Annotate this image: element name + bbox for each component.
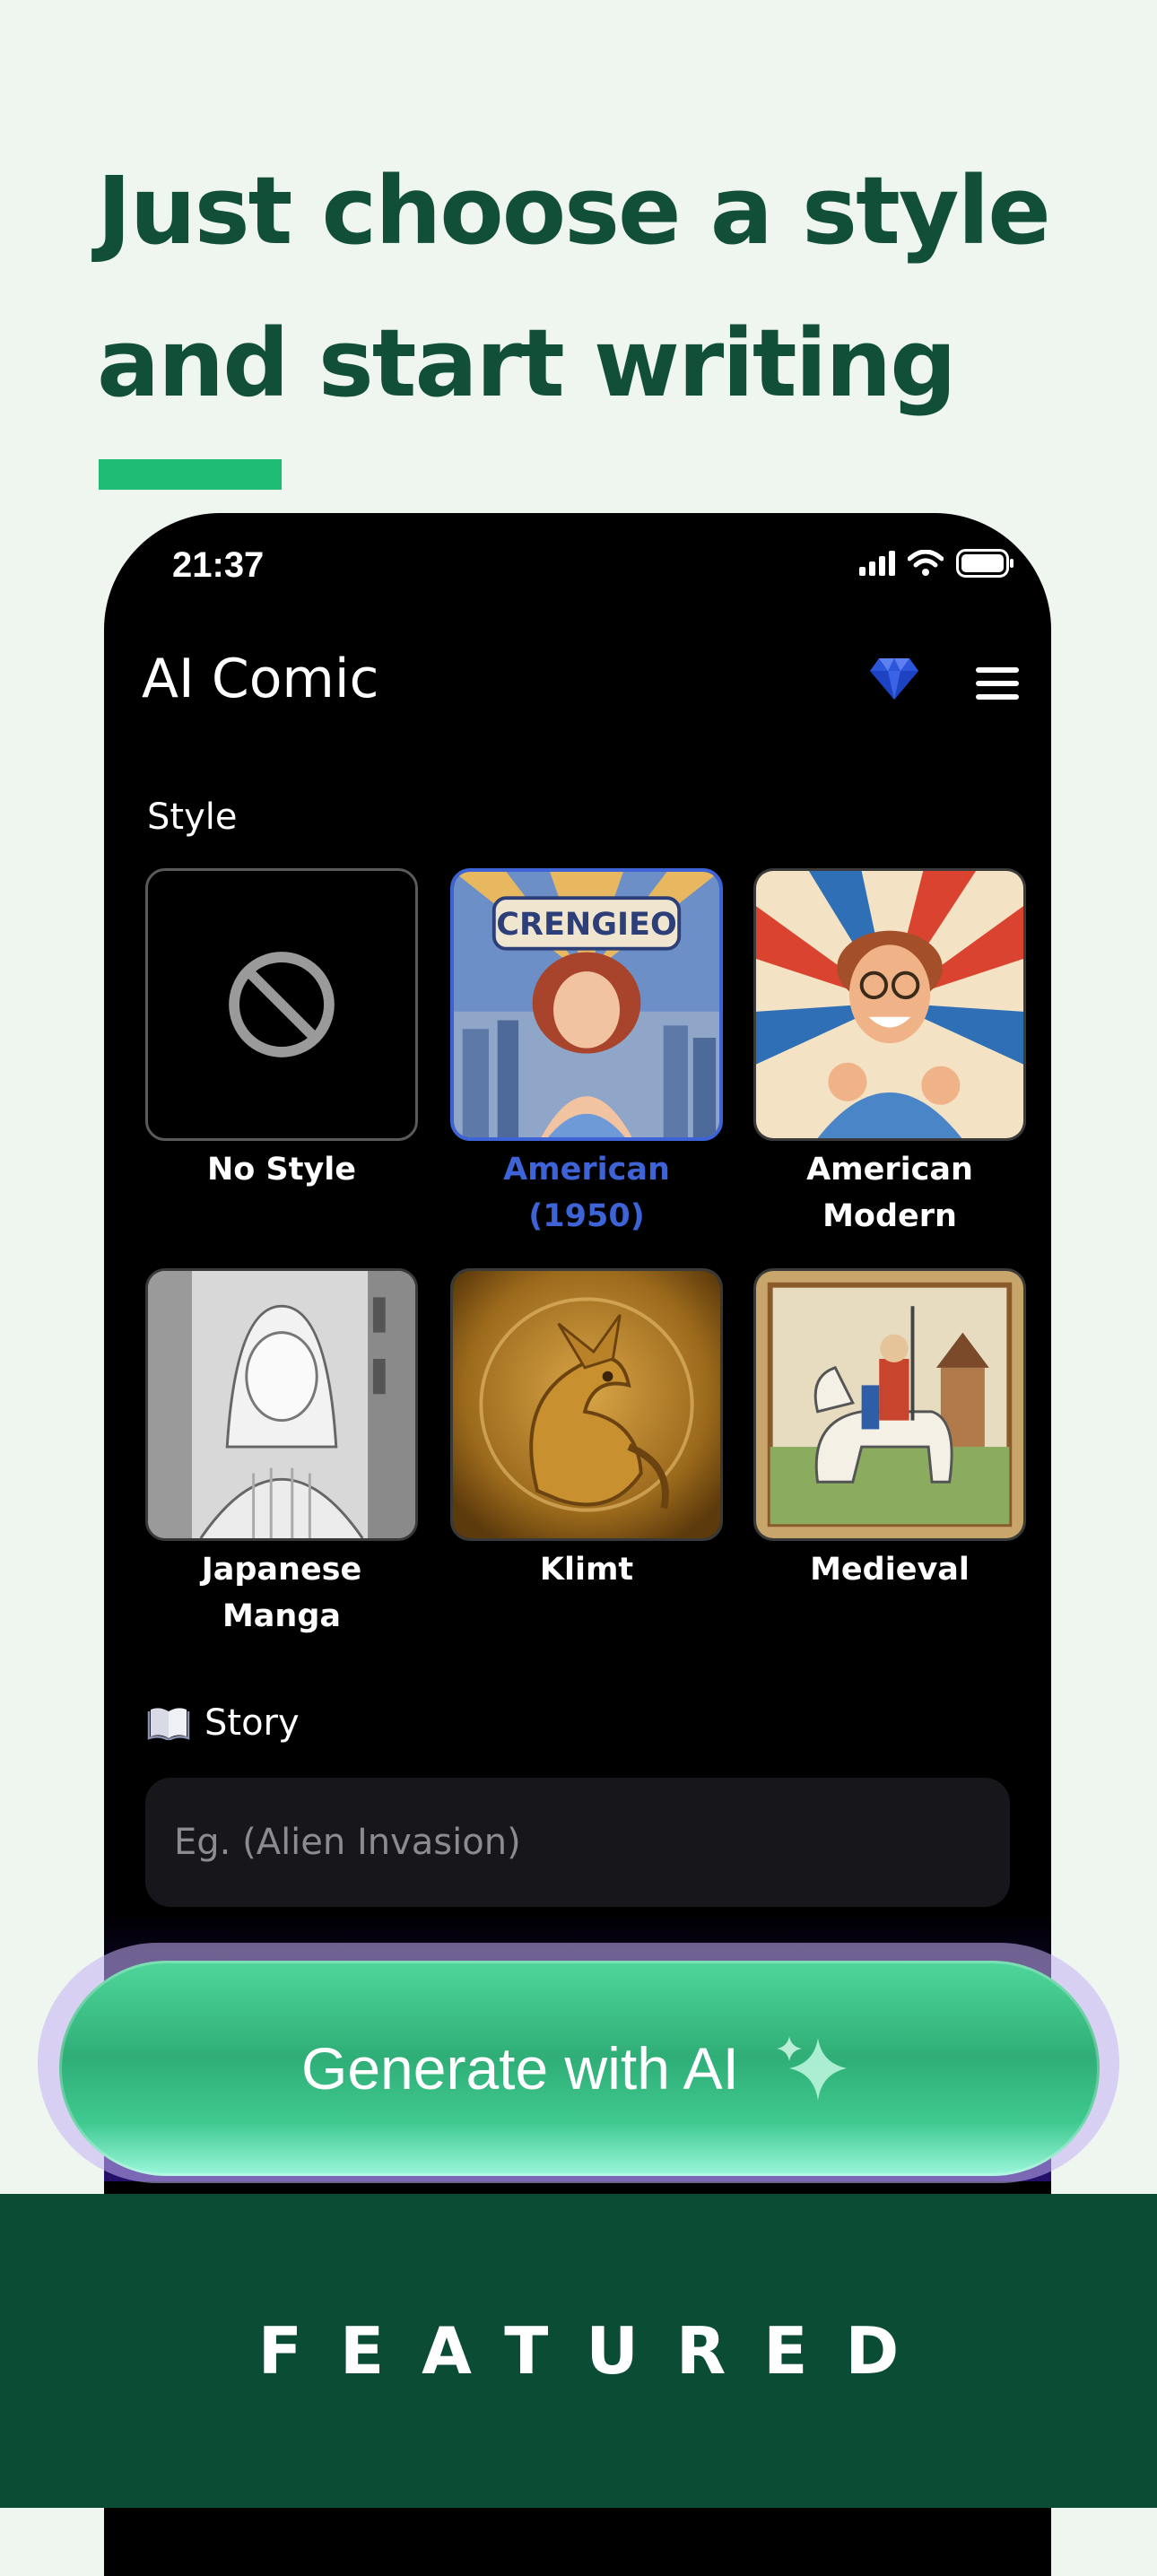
status-icons xyxy=(859,549,1015,578)
wifi-icon xyxy=(908,550,944,576)
style-caption-japanese-manga: Japanese Manga xyxy=(201,1552,362,1634)
klimt-thumbnail xyxy=(453,1271,720,1538)
status-time: 21:37 xyxy=(172,545,265,585)
style-caption-american-1950: American (1950) xyxy=(503,1152,670,1234)
signal-icon xyxy=(859,551,895,576)
gem-icon[interactable] xyxy=(868,657,920,701)
style-tile-japanese-manga[interactable] xyxy=(145,1268,418,1541)
svg-text:CRENGIEO: CRENGIEO xyxy=(496,906,677,943)
american-modern-thumbnail xyxy=(756,871,1023,1138)
american-1950-thumbnail: CRENGIEO xyxy=(454,872,719,1137)
story-label-text: Story xyxy=(204,1702,300,1744)
prohibited-icon xyxy=(229,952,335,1057)
featured-label: FEATURED xyxy=(257,2313,937,2389)
style-tile-american-modern[interactable] xyxy=(753,868,1026,1141)
accent-bar xyxy=(99,459,282,490)
style-caption-medieval: Medieval xyxy=(810,1552,970,1588)
style-caption-no-style: No Style xyxy=(206,1152,356,1188)
style-tile-klimt[interactable] xyxy=(450,1268,723,1541)
style-caption-klimt: Klimt xyxy=(539,1552,634,1588)
menu-icon[interactable] xyxy=(976,667,1019,703)
app-title: AI Comic xyxy=(142,648,379,710)
headline-line-2: and start writing xyxy=(97,309,957,418)
headline-line-1: Just choose a style xyxy=(97,156,1051,265)
style-caption-american-modern: American Modern xyxy=(806,1152,973,1234)
featured-banner: FEATURED xyxy=(0,2194,1157,2508)
style-tile-no-style[interactable] xyxy=(145,868,418,1141)
medieval-thumbnail xyxy=(756,1271,1023,1538)
style-tile-medieval[interactable] xyxy=(753,1268,1026,1541)
generate-button-label: Generate with AI xyxy=(301,2035,739,2102)
style-tile-american-1950[interactable]: CRENGIEO xyxy=(450,868,723,1141)
headline: Just choose a style and start writing xyxy=(97,135,1083,439)
sparkle-icon xyxy=(776,2036,847,2101)
book-icon xyxy=(147,1708,190,1740)
story-label: Story xyxy=(147,1702,300,1744)
story-input[interactable] xyxy=(145,1778,1010,1907)
japanese-manga-thumbnail xyxy=(148,1271,415,1538)
battery-icon xyxy=(956,549,1013,578)
style-label: Style xyxy=(147,796,238,838)
generate-with-ai-button[interactable]: Generate with AI xyxy=(59,1961,1100,2176)
